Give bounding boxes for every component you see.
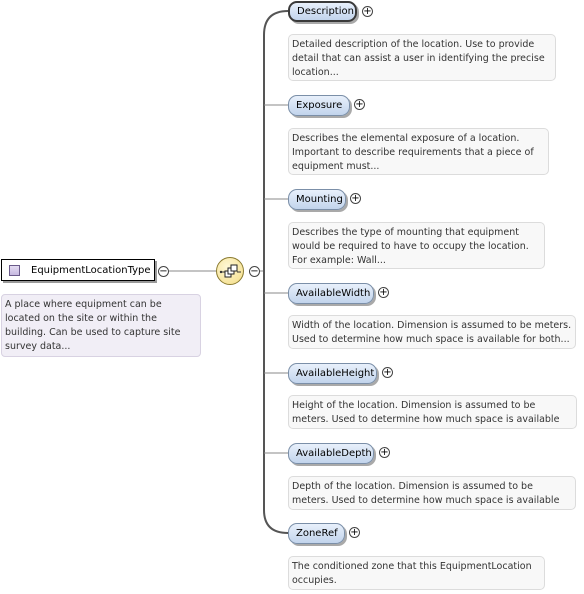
availabledepth-annotation: Depth of the location. Dimension is assu… — [288, 476, 576, 510]
element-description[interactable]: Description — [288, 1, 357, 22]
expand-description-icon[interactable]: + — [362, 6, 373, 17]
element-mounting[interactable]: Mounting — [288, 189, 346, 210]
expand-mounting-icon[interactable]: + — [350, 193, 361, 204]
availableheight-annotation: Height of the location. Dimension is ass… — [288, 395, 577, 429]
exposure-annotation: Describes the elemental exposure of a lo… — [288, 128, 549, 175]
element-exposure[interactable]: Exposure — [288, 95, 350, 116]
root-type-name: EquipmentLocationType — [31, 264, 151, 276]
zoneref-annotation: The conditioned zone that this Equipment… — [288, 556, 545, 590]
root-type-description: A place where equipment can be located o… — [1, 294, 201, 357]
element-zoneref[interactable]: ZoneRef — [288, 523, 345, 544]
element-availableheight[interactable]: AvailableHeight — [288, 363, 377, 384]
sequence-collapse-icon[interactable]: − — [249, 266, 260, 277]
element-availabledepth[interactable]: AvailableDepth — [288, 443, 374, 464]
expand-availabledepth-icon[interactable]: + — [379, 447, 390, 458]
availablewidth-annotation: Width of the location. Dimension is assu… — [288, 315, 576, 349]
root-type-box[interactable]: EquipmentLocationType — [1, 259, 155, 281]
expand-availablewidth-icon[interactable]: + — [378, 287, 389, 298]
schema-diagram: EquipmentLocationType − A place where eq… — [0, 0, 584, 594]
root-collapse-icon[interactable]: − — [158, 266, 169, 277]
expand-zoneref-icon[interactable]: + — [349, 527, 360, 538]
element-availablewidth[interactable]: AvailableWidth — [288, 283, 374, 304]
complex-type-icon — [9, 264, 20, 276]
expand-availableheight-icon[interactable]: + — [382, 367, 393, 378]
sequence-compositor-icon[interactable] — [216, 257, 244, 285]
mounting-annotation: Describes the type of mounting that equi… — [288, 222, 545, 269]
trunk-line — [263, 10, 289, 534]
expand-exposure-icon[interactable]: + — [354, 99, 365, 110]
description-annotation: Detailed description of the location. Us… — [288, 34, 556, 81]
